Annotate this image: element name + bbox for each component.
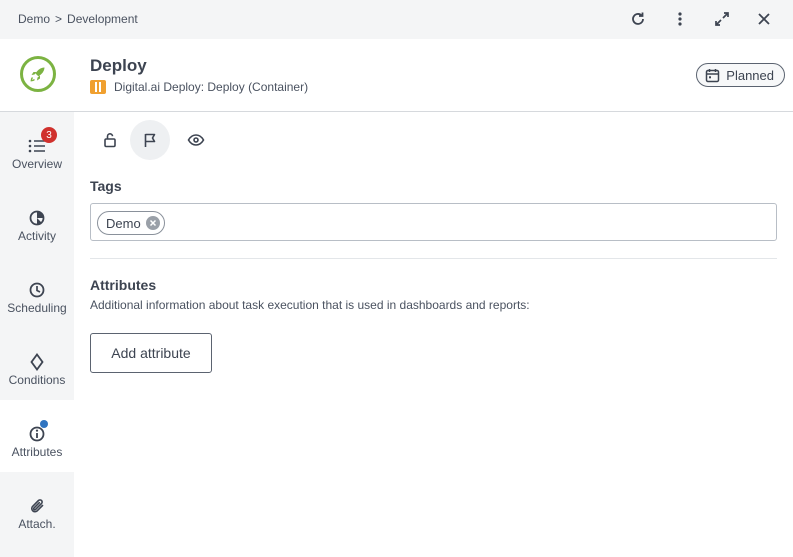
sidebar-item-label: Attributes: [11, 445, 63, 459]
clock-icon: [27, 281, 47, 299]
flag-icon[interactable]: [130, 120, 170, 160]
unsaved-indicator-dot: [40, 420, 48, 428]
notification-badge: 3: [41, 127, 57, 143]
deploy-type-icon: [90, 80, 106, 94]
paperclip-icon: [27, 497, 47, 515]
sidebar-item-activity[interactable]: Activity: [0, 184, 74, 256]
info-icon: [27, 420, 48, 443]
expand-icon[interactable]: [711, 8, 733, 30]
sidebar-item-label: Activity: [17, 229, 56, 243]
remove-tag-icon[interactable]: [145, 216, 160, 230]
eye-icon[interactable]: [176, 120, 216, 160]
close-icon[interactable]: [753, 8, 775, 30]
sidebar-item-scheduling[interactable]: Scheduling: [0, 256, 74, 328]
unlock-icon[interactable]: [90, 120, 130, 160]
sidebar-item-conditions[interactable]: Conditions: [0, 328, 74, 400]
attributes-panel: Tags Demo Attributes Additional informat…: [74, 112, 793, 557]
attributes-heading: Attributes: [90, 277, 157, 293]
task-type-label: Digital.ai Deploy: Deploy (Container): [114, 80, 309, 94]
status-label: Planned: [726, 67, 774, 83]
sidebar-item-label: Overview: [11, 157, 62, 171]
breadcrumb-item-development[interactable]: Development: [67, 12, 138, 26]
tags-heading: Tags: [90, 178, 122, 194]
sidebar-item-attachments[interactable]: Attach.: [0, 472, 74, 544]
tags-input[interactable]: Demo: [90, 203, 777, 241]
attributes-description: Additional information about task execut…: [90, 298, 530, 312]
top-bar: Demo > Development: [0, 0, 793, 39]
sidebar-item-attributes[interactable]: Attributes: [0, 400, 74, 472]
diamond-icon: [27, 353, 47, 371]
status-badge[interactable]: Planned: [696, 63, 785, 87]
tag-chip: Demo: [97, 211, 165, 235]
activity-pie-icon: [27, 209, 47, 227]
refresh-icon[interactable]: [627, 8, 649, 30]
sidebar-item-label: Attach.: [18, 517, 56, 531]
more-vertical-icon[interactable]: [669, 8, 691, 30]
task-header: Deploy Digital.ai Deploy: Deploy (Contai…: [0, 39, 793, 112]
add-attribute-button[interactable]: Add attribute: [90, 333, 212, 373]
breadcrumb-item-demo[interactable]: Demo: [18, 12, 50, 26]
task-title: Deploy: [90, 56, 147, 75]
list-icon: 3: [27, 127, 57, 155]
sidebar-item-label: Scheduling: [7, 301, 67, 315]
task-type: Digital.ai Deploy: Deploy (Container): [90, 80, 308, 94]
sidebar-item-label: Conditions: [8, 373, 66, 387]
tag-chip-label: Demo: [106, 215, 141, 231]
calendar-icon: [706, 68, 720, 82]
divider: [90, 258, 777, 259]
breadcrumb: Demo > Development: [18, 12, 138, 26]
sidebar-item-overview[interactable]: 3 Overview: [0, 112, 74, 184]
breadcrumb-separator: >: [55, 12, 63, 26]
rocket-icon: [20, 56, 56, 92]
sidebar: 3 Overview Activity Scheduling Condition…: [0, 112, 74, 557]
